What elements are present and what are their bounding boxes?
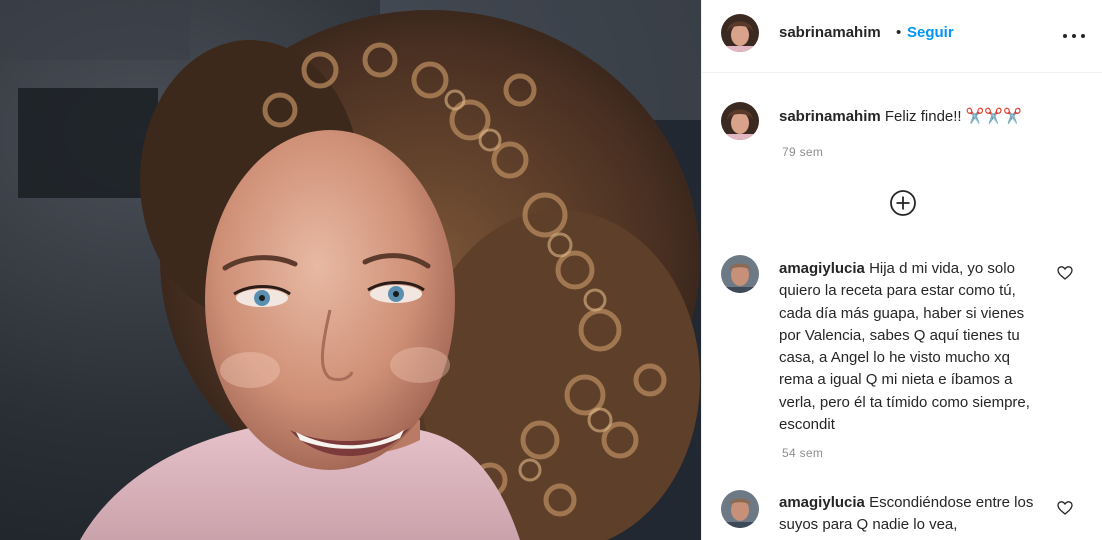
- post-photo[interactable]: [0, 0, 701, 540]
- author-username[interactable]: sabrinamahim: [779, 24, 881, 41]
- plus-circle-icon[interactable]: [889, 189, 917, 217]
- selfie-image: [0, 0, 701, 540]
- commenter-username[interactable]: amagiylucia: [779, 260, 865, 277]
- author-avatar[interactable]: [721, 14, 759, 52]
- heart-outline-icon[interactable]: [1057, 265, 1073, 281]
- comment-timestamp[interactable]: 54 sem: [782, 446, 823, 460]
- follow-button[interactable]: Seguir: [907, 24, 954, 41]
- commenter-username[interactable]: amagiylucia: [779, 494, 865, 511]
- more-horizontal-icon[interactable]: [1062, 24, 1086, 48]
- heart-outline-icon[interactable]: [1057, 500, 1073, 516]
- caption-timestamp[interactable]: 79 sem: [782, 145, 823, 159]
- comment-text: Hija d mi vida, yo solo quiero la receta…: [779, 260, 1030, 434]
- separator-dot: •: [896, 24, 902, 41]
- caption-avatar[interactable]: [721, 102, 759, 140]
- commenter-avatar[interactable]: [721, 255, 759, 293]
- post-header: sabrinamahim • Seguir: [702, 0, 1102, 73]
- caption-text: Feliz finde!! ✂️✂️✂️: [884, 108, 1022, 125]
- caption-username[interactable]: sabrinamahim: [779, 108, 881, 125]
- post-side-panel: sabrinamahim • Seguir sabrinamahim Feliz…: [701, 0, 1102, 540]
- commenter-avatar[interactable]: [721, 490, 759, 528]
